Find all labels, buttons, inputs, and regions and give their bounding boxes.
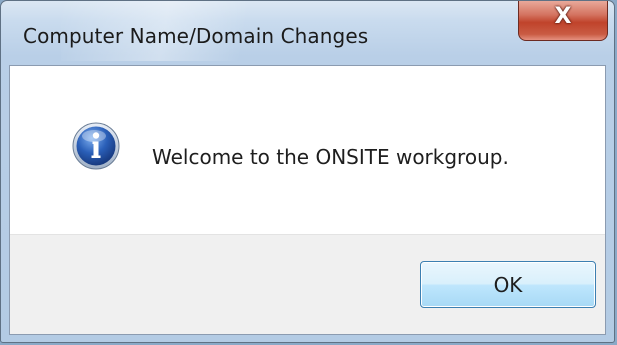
close-button[interactable]: X — [518, 1, 608, 41]
button-bar: OK — [10, 234, 605, 334]
information-icon — [72, 122, 120, 170]
ok-button[interactable]: OK — [420, 261, 596, 308]
message-text: Welcome to the ONSITE workgroup. — [152, 145, 509, 169]
dialog-client-area: Welcome to the ONSITE workgroup. OK — [9, 65, 606, 335]
message-area: Welcome to the ONSITE workgroup. — [10, 66, 605, 234]
dialog-window: Computer Name/Domain Changes X Welcome t… — [0, 0, 615, 343]
window-title: Computer Name/Domain Changes — [23, 24, 369, 48]
close-icon: X — [554, 4, 572, 29]
